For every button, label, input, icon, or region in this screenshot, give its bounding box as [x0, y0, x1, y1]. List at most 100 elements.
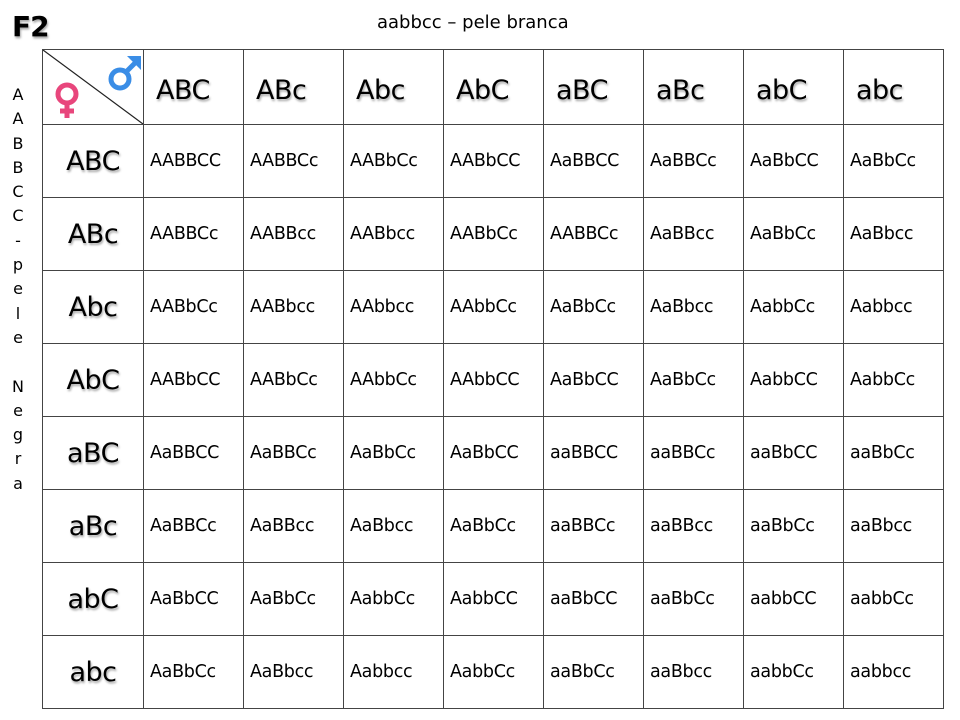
side-label-letter: B — [12, 133, 24, 153]
side-label-letter: e — [13, 400, 23, 420]
genotype-cell: AABBCc — [143, 197, 244, 271]
side-label-letter: p — [12, 255, 24, 275]
male-gamete-header: aBc — [643, 49, 744, 125]
genotype-cell: AaBbCc — [343, 416, 444, 490]
side-label-letter: C — [12, 206, 24, 226]
genotype-cell: aaBBCC — [543, 416, 644, 490]
genotype-cell: aaBBcc — [643, 489, 744, 563]
genotype-cell: Aabbcc — [843, 270, 944, 344]
genotype-cell: AABbCC — [143, 343, 244, 417]
genotype-cell: AABBCc — [543, 197, 644, 271]
table-row: abc AaBbCc AaBbcc Aabbcc AabbCc aaBbCc aaBbcc a… — [42, 635, 944, 709]
male-gamete-header: ABC — [143, 49, 244, 125]
side-label-letter: e — [13, 327, 23, 347]
table-row: abC AaBbCC AaBbCc AabbCc AabbCC aaBbCC aaBbCc a… — [42, 562, 944, 636]
side-label-letter: A — [12, 109, 24, 129]
side-label-letter: N — [12, 376, 24, 396]
side-label-letter: l — [15, 303, 21, 323]
genotype-cell: AaBbCc — [843, 124, 944, 198]
side-label-letter: A — [12, 85, 24, 104]
genotype-cell: aaBbCC — [743, 416, 844, 490]
female-gamete-header: ABc — [42, 197, 144, 271]
genotype-cell: AABbCC — [443, 124, 544, 198]
genotype-cell: aaBbCc — [643, 562, 744, 636]
genotype-cell: AABBcc — [243, 197, 344, 271]
side-label-letter: a — [13, 473, 23, 493]
male-gamete-header: AbC — [443, 49, 544, 125]
genotype-cell: aabbCc — [843, 562, 944, 636]
genotype-cell: Aabbcc — [343, 635, 444, 709]
genotype-cell: aabbcc — [843, 635, 944, 709]
table-row: aBc AaBBCc AaBBcc AaBbcc AaBbCc aaBBCc aaBBcc a… — [42, 489, 944, 563]
table-row: ABC AABBCC AABBCc AABbCc AABbCC AaBBCC AaBBCc A… — [42, 124, 944, 198]
female-gamete-header: ABC — [42, 124, 144, 198]
male-gamete-header: abc — [843, 49, 944, 125]
genotype-cell: AabbCc — [343, 562, 444, 636]
genotype-cell: AabbCc — [743, 270, 844, 344]
genotype-cell: AabbCC — [443, 562, 544, 636]
genotype-cell: AaBbCc — [243, 562, 344, 636]
genotype-cell: AaBBCC — [143, 416, 244, 490]
genotype-cell: AABbcc — [343, 197, 444, 271]
genotype-cell: AaBbCc — [543, 270, 644, 344]
genotype-cell: aaBbcc — [643, 635, 744, 709]
side-label-letter: e — [13, 279, 23, 299]
genotype-cell: AabbCc — [443, 635, 544, 709]
side-label-letter: B — [12, 157, 24, 177]
genotype-cell: AaBbCC — [543, 343, 644, 417]
table-row: aBC AaBBCC AaBBCc AaBbCc AaBbCC aaBBCC aaBBCc a… — [42, 416, 944, 490]
side-label-letter: g — [12, 425, 24, 445]
genotype-cell: aabbCC — [743, 562, 844, 636]
genotype-cell: aaBbcc — [843, 489, 944, 563]
side-label-letter: - — [15, 230, 21, 250]
genotype-cell: AaBbcc — [643, 270, 744, 344]
table-row: ABc AABBCc AABBcc AABbcc AABbCc AABBCc AaBBcc A… — [42, 197, 944, 271]
table-row: AbC AABbCC AABbCc AAbbCc AAbbCC AaBbCC AaBbCc A… — [42, 343, 944, 417]
genotype-cell: AABbcc — [243, 270, 344, 344]
female-gamete-header: abc — [42, 635, 144, 709]
genotype-cell: AAbbCc — [443, 270, 544, 344]
genotype-cell: AaBbcc — [243, 635, 344, 709]
genotype-cell: AaBbCC — [143, 562, 244, 636]
genotype-cell: AaBbCc — [143, 635, 244, 709]
genotype-cell: AaBbCc — [443, 489, 544, 563]
genotype-cell: aaBbCc — [743, 489, 844, 563]
genotype-cell: AAbbCc — [343, 343, 444, 417]
punnett-square: ABC ABc Abc AbC aBC aBc abC abc ABC AABBCC AABBCc… — [42, 49, 944, 709]
genotype-cell: AaBBCC — [543, 124, 644, 198]
male-gamete-header: Abc — [343, 49, 444, 125]
diagram-subtitle: aabbcc – pele branca — [377, 12, 569, 33]
genotype-cell: AABBCC — [143, 124, 244, 198]
genotype-cell: AABbCc — [343, 124, 444, 198]
table-row: Abc AABbCc AABbcc AAbbcc AAbbCc AaBbCc AaBbcc A… — [42, 270, 944, 344]
female-gamete-header: AbC — [42, 343, 144, 417]
genotype-cell: AaBBCc — [643, 124, 744, 198]
genotype-cell: AaBbCC — [743, 124, 844, 198]
genotype-cell: AABbCc — [443, 197, 544, 271]
genotype-cell: AaBBCc — [143, 489, 244, 563]
diagram-title: F2 — [12, 10, 50, 43]
genotype-cell: AaBbCc — [743, 197, 844, 271]
female-symbol-icon — [55, 82, 79, 118]
genotype-cell: AABbCc — [243, 343, 344, 417]
female-gamete-header: aBC — [42, 416, 144, 490]
genotype-cell: aaBBCc — [643, 416, 744, 490]
side-label-letter: C — [12, 182, 24, 202]
female-gamete-header: Abc — [42, 270, 144, 344]
female-gamete-header: abC — [42, 562, 144, 636]
genotype-cell: AabbCC — [743, 343, 844, 417]
genotype-cell: aabbCc — [743, 635, 844, 709]
male-symbol-icon — [108, 56, 141, 91]
genotype-cell: AaBBCc — [243, 416, 344, 490]
genotype-cell: aaBbCc — [843, 416, 944, 490]
side-label-letter: r — [14, 449, 22, 469]
genotype-cell: AaBbcc — [343, 489, 444, 563]
genotype-cell: AAbbcc — [343, 270, 444, 344]
genotype-cell: aaBBCc — [543, 489, 644, 563]
genotype-cell: AaBbCC — [443, 416, 544, 490]
genotype-cell: AabbCc — [843, 343, 944, 417]
genotype-cell: AABbCc — [143, 270, 244, 344]
header-row: ABC ABc Abc AbC aBC aBc abC abc — [42, 49, 944, 125]
male-gamete-header: aBC — [543, 49, 644, 125]
genotype-cell: aaBbCC — [543, 562, 644, 636]
